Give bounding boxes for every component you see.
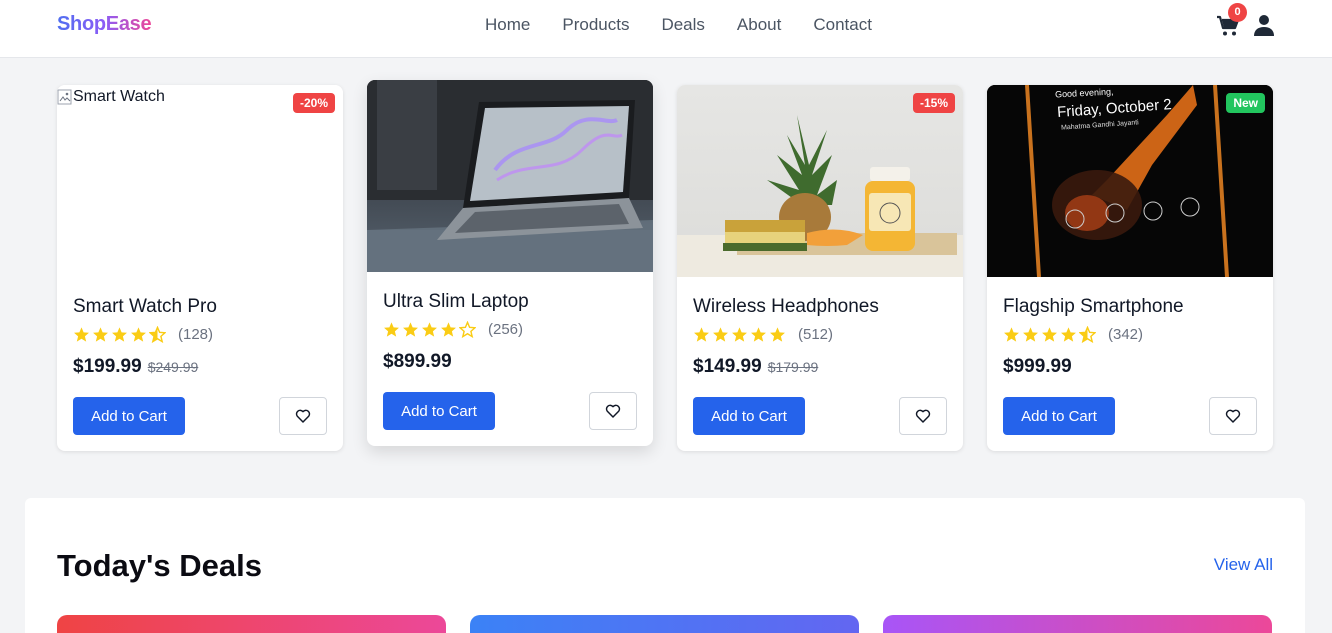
star-full-icon [441,322,456,337]
star-full-icon [694,327,709,342]
add-to-cart-button[interactable]: Add to Cart [383,392,495,430]
original-price: $179.99 [767,359,819,375]
wishlist-button[interactable] [279,397,327,435]
nav-about[interactable]: About [737,15,781,35]
product-rating: (128) [73,326,213,343]
product-price: $149.99 $179.99 [693,356,818,378]
heart-icon [295,409,311,423]
original-price: $249.99 [147,359,199,375]
product-rating: (342) [1003,326,1143,343]
todays-deals-section: Today's Deals View All [25,498,1305,633]
discount-badge: -15% [912,93,955,113]
star-full-icon [403,322,418,337]
star-full-icon [770,327,785,342]
site-header: ShopEase Home Products Deals About Conta… [0,0,1332,58]
product-card[interactable]: Ultra Slim Laptop (256) $899.99 Add to C… [367,80,653,446]
product-name[interactable]: Wireless Headphones [693,296,879,318]
star-full-icon [112,327,127,342]
star-full-icon [131,327,146,342]
image-alt-text: Smart Watch [73,88,165,105]
view-all-link[interactable]: View All [1214,555,1273,575]
product-price: $999.99 [1003,356,1072,378]
nav-home[interactable]: Home [485,15,530,35]
deal-card[interactable] [57,615,446,633]
logo[interactable]: ShopEase [57,13,152,36]
wishlist-button[interactable] [899,397,947,435]
star-full-icon [422,322,437,337]
star-full-icon [732,327,747,342]
broken-image-icon [57,89,72,105]
star-full-icon [74,327,89,342]
product-card[interactable]: Smart Watch -20% Smart Watch Pro (128) $… [57,85,343,451]
review-count: (512) [798,326,834,343]
current-price: $899.99 [383,351,452,372]
star-empty-icon [459,321,476,338]
add-to-cart-button[interactable]: Add to Cart [693,397,805,435]
star-full-icon [384,322,399,337]
product-rating: (512) [693,326,833,343]
deal-card[interactable] [883,615,1272,633]
star-full-icon [1023,327,1038,342]
nav-deals[interactable]: Deals [661,15,704,35]
product-image-smart-watch[interactable]: Smart Watch -20% [57,85,343,277]
add-to-cart-button[interactable]: Add to Cart [73,397,185,435]
current-price: $199.99 [73,356,142,377]
star-full-icon [1004,327,1019,342]
product-image-headphones[interactable]: -15% [677,85,963,277]
nav-contact[interactable]: Contact [813,15,872,35]
star-full-icon [1042,327,1057,342]
product-rating: (256) [383,321,523,338]
add-to-cart-button[interactable]: Add to Cart [1003,397,1115,435]
star-half-icon [149,326,166,343]
review-count: (342) [1108,326,1144,343]
current-price: $999.99 [1003,356,1072,377]
product-name[interactable]: Ultra Slim Laptop [383,291,529,313]
user-icon[interactable] [1254,14,1274,36]
review-count: (256) [488,321,524,338]
product-card[interactable]: Good evening, Friday, October 2 Mahatma … [987,85,1273,451]
nav-products[interactable]: Products [562,15,629,35]
star-full-icon [751,327,766,342]
wishlist-button[interactable] [1209,397,1257,435]
wishlist-button[interactable] [589,392,637,430]
product-photo [677,115,963,277]
product-card[interactable]: -15% Wireless Headphones (512) $149.99 $1… [677,85,963,451]
section-title: Today's Deals [57,548,262,583]
product-name[interactable]: Flagship Smartphone [1003,296,1184,318]
star-full-icon [93,327,108,342]
heart-icon [605,404,621,418]
star-full-icon [1061,327,1076,342]
main-nav: Home Products Deals About Contact [485,15,872,35]
current-price: $149.99 [693,356,762,377]
laptop-photo [367,80,653,272]
product-image-smartphone[interactable]: Good evening, Friday, October 2 Mahatma … [987,85,1273,277]
new-badge: New [1226,93,1265,113]
product-price: $899.99 [383,351,452,373]
review-count: (128) [178,326,214,343]
deal-card[interactable] [470,615,859,633]
product-name[interactable]: Smart Watch Pro [73,296,217,318]
discount-badge: -20% [292,93,335,113]
broken-image: Smart Watch [57,88,165,106]
product-image-laptop[interactable] [367,80,653,272]
cart-count-badge: 0 [1228,3,1247,22]
product-price: $199.99 $249.99 [73,356,198,378]
star-half-icon [1079,326,1096,343]
heart-icon [915,409,931,423]
heart-icon [1225,409,1241,423]
star-full-icon [713,327,728,342]
